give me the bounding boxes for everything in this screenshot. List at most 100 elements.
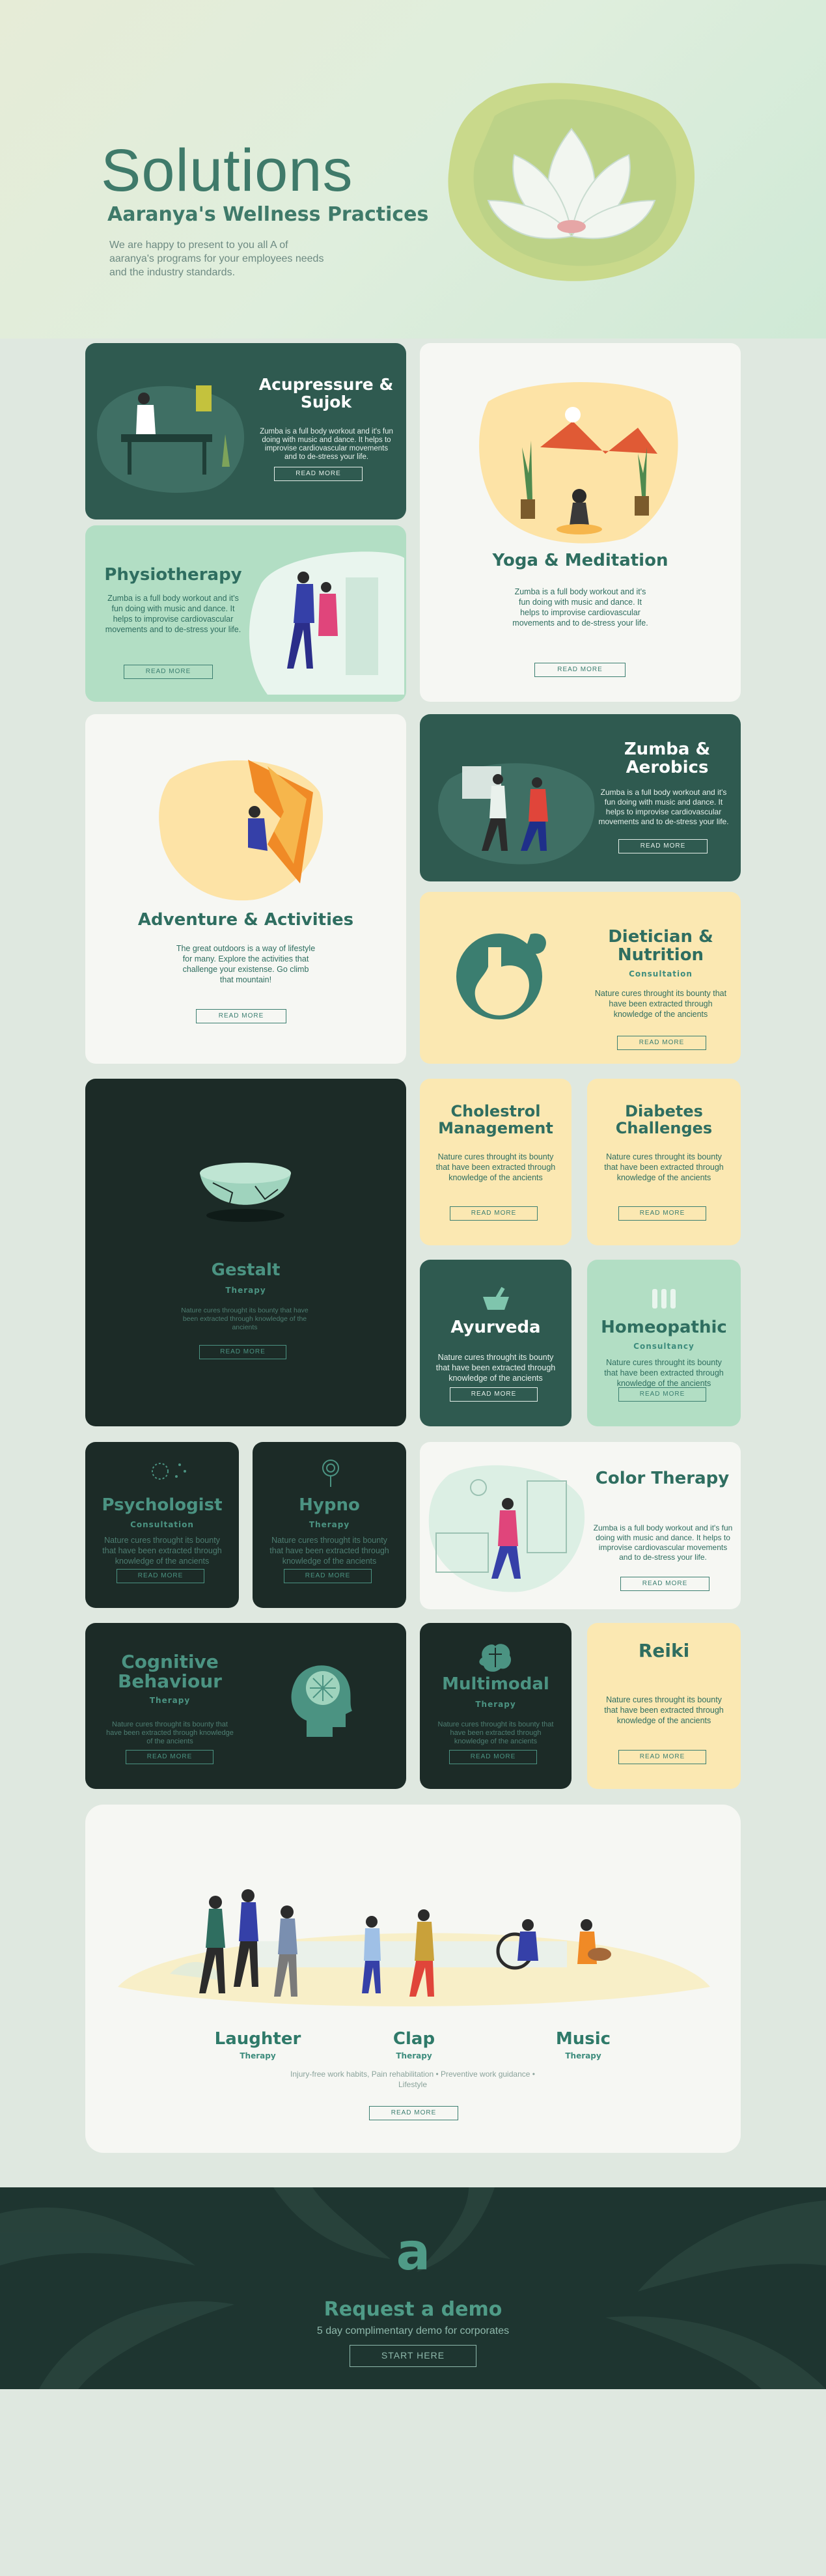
card-description: Nature cures throught its bounty that ha… [437, 1721, 554, 1745]
read-more-button[interactable]: READ MORE [284, 1569, 372, 1583]
card-title: Homeopathic [601, 1318, 727, 1337]
read-more-button[interactable]: READ MORE [618, 1387, 706, 1402]
color-therapy-illustration [428, 1465, 585, 1592]
card-diabetes: Diabetes Challenges Nature cures through… [587, 1079, 741, 1245]
laughter-subtitle: Therapy [240, 2051, 276, 2060]
group-therapy-illustration [118, 1889, 710, 2006]
read-more-button[interactable]: READ MORE [274, 467, 363, 481]
card-cholestrol: Cholestrol Management Nature cures throu… [420, 1079, 571, 1245]
card-title: Physiotherapy [104, 565, 242, 585]
card-subtitle: Therapy [225, 1286, 266, 1295]
card-color-therapy: Color Therapy Zumba is a full body worko… [420, 1442, 741, 1609]
card-title: Yoga & Meditation [492, 551, 668, 570]
card-adventure: Adventure & Activities The great outdoor… [85, 714, 406, 1064]
read-more-button[interactable]: READ MORE [196, 1009, 286, 1023]
brain-head-icon [291, 1665, 352, 1737]
read-more-button[interactable]: READ MORE [534, 663, 626, 677]
card-title: Cholestrol Management [438, 1102, 553, 1137]
card-description: Nature cures throught its bounty that ha… [102, 1536, 222, 1566]
card-subtitle: Therapy [475, 1700, 516, 1709]
card-description: Nature cures throught its bounty that ha… [604, 1695, 724, 1725]
laughter-title: Laughter [214, 2029, 301, 2049]
card-reiki: Reiki Nature cures throught its bounty t… [587, 1623, 741, 1789]
card-description: Zumba is a full body workout and it's fu… [598, 788, 729, 826]
card-title: Acupressure & Sujok [258, 375, 394, 411]
music-title: Music [555, 2029, 611, 2049]
zumba-illustration [438, 763, 595, 865]
card-title: Diabetes Challenges [615, 1102, 713, 1137]
bowl-icon [200, 1163, 291, 1222]
read-more-button[interactable]: READ MORE [617, 1036, 706, 1050]
card-zumba: Zumba & Aerobics Zumba is a full body wo… [420, 714, 741, 881]
clap-subtitle: Therapy [396, 2051, 432, 2060]
page-bottom-background [0, 2389, 826, 2576]
card-title: Adventure & Activities [137, 910, 354, 930]
card-subtitle: Therapy [149, 1696, 191, 1705]
card-psychologist: Psychologist Consultation Nature cures t… [85, 1442, 239, 1608]
read-more-button[interactable]: READ MORE [124, 665, 213, 679]
read-more-button[interactable]: READ MORE [618, 839, 708, 853]
read-more-button[interactable]: READ MORE [199, 1345, 286, 1359]
read-more-button[interactable]: READ MORE [620, 1577, 709, 1591]
card-description: Zumba is a full body workout and it's fu… [512, 587, 648, 628]
clap-title: Clap [392, 2029, 435, 2049]
card-title: Hypno [299, 1495, 360, 1515]
music-subtitle: Therapy [565, 2051, 601, 2060]
yoga-illustration [479, 382, 678, 544]
card-title: Psychologist [102, 1495, 223, 1515]
card-description: Nature cures throught its bounty that ha… [269, 1536, 389, 1566]
dandelion-icon [152, 1463, 186, 1480]
card-ayurveda: Ayurveda Nature cures throught its bount… [420, 1260, 571, 1426]
card-description: Nature cures throught its bounty that ha… [181, 1307, 309, 1331]
read-more-button[interactable]: READ MORE [618, 1206, 706, 1221]
read-more-button[interactable]: READ MORE [117, 1569, 204, 1583]
mortar-icon [483, 1287, 509, 1310]
card-description: Nature cures throught its bounty that ha… [604, 1358, 724, 1388]
read-more-button[interactable]: READ MORE [450, 1387, 538, 1402]
card-multimodal: Multimodal Therapy Nature cures throught… [420, 1623, 571, 1789]
card-description: Zumba is a full body workout and it's fu… [593, 1523, 733, 1562]
physiotherapy-illustration [249, 551, 404, 695]
card-description: Zumba is a full body workout and it's fu… [105, 594, 241, 634]
card-subtitle: Therapy [309, 1520, 350, 1529]
read-more-button[interactable]: READ MORE [450, 1206, 538, 1221]
request-demo-subtitle: 5 day complimentary demo for corporates [316, 2325, 510, 2336]
card-description: Nature cures throught its bounty that ha… [435, 1353, 556, 1383]
card-description: Nature cures throught its bounty that ha… [106, 1721, 234, 1745]
card-title: Multimodal [442, 1674, 549, 1694]
read-more-button[interactable]: READ MORE [126, 1750, 213, 1764]
card-group-therapies: Laughter Therapy Clap Therapy Music Ther… [85, 1805, 741, 2153]
card-title: Zumba & Aerobics [624, 740, 711, 778]
read-more-button[interactable]: READ MORE [369, 2106, 458, 2120]
read-more-button[interactable]: READ MORE [449, 1750, 537, 1764]
brand-logo: a [396, 2223, 431, 2282]
page-title: Solutions [101, 137, 353, 204]
group-description: Injury-free work habits, Pain rehabilita… [290, 2070, 535, 2089]
card-title: Gestalt [211, 1260, 281, 1280]
card-subtitle: Consultancy [633, 1342, 695, 1351]
request-demo-title: Request a demo [324, 2298, 502, 2321]
vials-icon [652, 1289, 676, 1309]
card-physiotherapy: Physiotherapy Zumba is a full body worko… [85, 525, 406, 702]
card-acupressure: Acupressure & Sujok Zumba is a full body… [85, 343, 406, 519]
acupressure-illustration [97, 385, 245, 493]
card-description: Nature cures throught its bounty that ha… [604, 1152, 724, 1182]
read-more-button[interactable]: READ MORE [618, 1750, 706, 1764]
card-homeopathic: Homeopathic Consultancy Nature cures thr… [587, 1260, 741, 1426]
brain-icon [479, 1644, 512, 1672]
page-subtitle: Aaranya's Wellness Practices [107, 203, 429, 226]
card-subtitle: Consultation [629, 969, 693, 978]
card-cognitive: Cognitive Behaviour Therapy Nature cures… [85, 1623, 406, 1789]
card-title: Color Therapy [595, 1469, 730, 1488]
card-hypno: Hypno Therapy Nature cures throught its … [253, 1442, 406, 1608]
card-yoga: Yoga & Meditation Zumba is a full body w… [420, 343, 741, 702]
stomach-icon [456, 934, 546, 1019]
lotus-illustration [448, 83, 695, 281]
hero-description: We are happy to present to you all A of … [109, 240, 324, 278]
start-here-button[interactable]: START HERE [350, 2345, 476, 2367]
climbing-illustration [159, 760, 324, 901]
card-subtitle: Consultation [130, 1520, 194, 1529]
card-dietician: Dietician & Nutrition Consultation Natur… [420, 892, 741, 1064]
card-title: Cognitive Behaviour [118, 1651, 222, 1693]
card-description: The great outdoors is a way of lifestyle… [176, 944, 316, 984]
